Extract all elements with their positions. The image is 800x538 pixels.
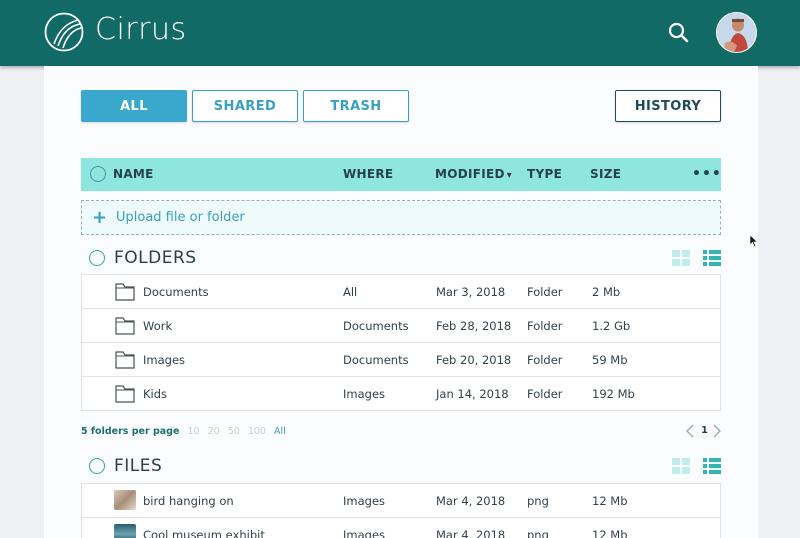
- tab-shared[interactable]: SHARED: [192, 90, 298, 122]
- avatar-image: [717, 13, 756, 52]
- folder-size: 2 Mb: [592, 285, 621, 299]
- select-all-checkbox[interactable]: [90, 166, 106, 182]
- chevron-left-icon[interactable]: [686, 424, 694, 438]
- file-thumbnail: [114, 524, 136, 538]
- folder-name: Documents: [143, 285, 209, 299]
- folder-icon: [115, 283, 135, 301]
- current-page: 1: [701, 425, 708, 436]
- per-page-option-50[interactable]: 50: [228, 426, 240, 437]
- list-view-icon[interactable]: [703, 250, 721, 266]
- chevron-right-icon[interactable]: [713, 424, 721, 438]
- file-row[interactable]: Cool museum exhibit Images Mar 4, 2018 p…: [81, 518, 721, 538]
- folders-list: Documents All Mar 3, 2018 Folder 2 Mb Wo…: [81, 274, 721, 411]
- folder-type: Folder: [527, 387, 563, 401]
- file-type: png: [527, 528, 549, 538]
- folder-name: Images: [143, 353, 186, 367]
- search-icon[interactable]: [666, 20, 692, 46]
- column-modified[interactable]: MODIFIED ▾: [435, 158, 512, 191]
- more-options-icon[interactable]: •••: [692, 158, 722, 191]
- file-modified: Mar 4, 2018: [436, 528, 506, 538]
- folder-row[interactable]: Documents All Mar 3, 2018 Folder 2 Mb: [81, 275, 721, 309]
- upload-label: Upload file or folder: [116, 210, 245, 225]
- file-row[interactable]: bird hanging on Images Mar 4, 2018 png 1…: [81, 484, 721, 518]
- file-size: 12 Mb: [592, 494, 628, 508]
- per-page-option-20[interactable]: 20: [208, 426, 220, 437]
- user-avatar[interactable]: [716, 12, 757, 53]
- per-page-label: 5 folders per page: [81, 426, 180, 437]
- folders-per-page: 5 folders per page 10 20 50 100 All: [81, 426, 286, 437]
- column-name[interactable]: NAME: [113, 158, 154, 191]
- folder-size: 1.2 Gb: [592, 319, 631, 333]
- app-name: Cirrus: [95, 12, 187, 47]
- folders-heading: FOLDERS: [114, 248, 197, 268]
- folder-type: Folder: [527, 285, 563, 299]
- file-where: Images: [343, 494, 386, 508]
- per-page-option-all[interactable]: All: [274, 426, 286, 437]
- column-where[interactable]: WHERE: [343, 158, 393, 191]
- grid-view-icon[interactable]: [672, 458, 690, 474]
- file-type: png: [527, 494, 549, 508]
- list-view-icon[interactable]: [703, 458, 721, 474]
- folder-icon: [115, 351, 135, 369]
- tab-all[interactable]: ALL: [81, 90, 187, 122]
- files-list: bird hanging on Images Mar 4, 2018 png 1…: [81, 483, 721, 538]
- file-thumbnail: [114, 490, 136, 510]
- per-page-option-10[interactable]: 10: [187, 426, 199, 437]
- folder-modified: Mar 3, 2018: [436, 285, 506, 299]
- history-button[interactable]: HISTORY: [615, 90, 721, 122]
- file-name: bird hanging on: [143, 494, 234, 508]
- column-size[interactable]: SIZE: [590, 158, 621, 191]
- select-files-checkbox[interactable]: [89, 458, 105, 474]
- folder-size: 192 Mb: [592, 387, 635, 401]
- folder-row[interactable]: Images Documents Feb 20, 2018 Folder 59 …: [81, 343, 721, 377]
- table-header: NAME WHERE MODIFIED ▾ TYPE SIZE •••: [81, 158, 721, 191]
- folder-modified: Feb 28, 2018: [436, 319, 512, 333]
- column-type[interactable]: TYPE: [527, 158, 562, 191]
- folder-size: 59 Mb: [592, 353, 628, 367]
- grid-view-icon[interactable]: [672, 250, 690, 266]
- upload-dropzone[interactable]: + Upload file or folder: [81, 200, 721, 235]
- folder-modified: Jan 14, 2018: [436, 387, 509, 401]
- folder-name: Kids: [143, 387, 168, 401]
- tab-trash[interactable]: TRASH: [303, 90, 409, 122]
- folders-pager: 1: [686, 424, 722, 440]
- app-header: Cirrus: [0, 0, 800, 66]
- file-name: Cool museum exhibit: [143, 528, 265, 538]
- sort-desc-icon: ▾: [506, 170, 513, 181]
- plus-icon: +: [92, 207, 108, 228]
- folder-icon: [115, 385, 135, 403]
- folder-where: Images: [343, 387, 386, 401]
- select-folders-checkbox[interactable]: [89, 250, 105, 266]
- folder-icon: [115, 317, 135, 335]
- file-size: 12 Mb: [592, 528, 628, 538]
- file-where: Images: [343, 528, 386, 538]
- folder-where: Documents: [343, 353, 409, 367]
- column-modified-label: MODIFIED: [435, 167, 505, 181]
- cirrus-logo-icon[interactable]: [44, 12, 84, 52]
- files-heading: FILES: [114, 456, 163, 476]
- folder-row[interactable]: Kids Images Jan 14, 2018 Folder 192 Mb: [81, 377, 721, 411]
- mouse-cursor-icon: [749, 234, 759, 248]
- folder-name: Work: [143, 319, 173, 333]
- folder-modified: Feb 20, 2018: [436, 353, 512, 367]
- folder-type: Folder: [527, 353, 563, 367]
- folder-type: Folder: [527, 319, 563, 333]
- folder-where: Documents: [343, 319, 409, 333]
- per-page-option-100[interactable]: 100: [248, 426, 266, 437]
- folder-where: All: [343, 285, 358, 299]
- folder-row[interactable]: Work Documents Feb 28, 2018 Folder 1.2 G…: [81, 309, 721, 343]
- file-modified: Mar 4, 2018: [436, 494, 506, 508]
